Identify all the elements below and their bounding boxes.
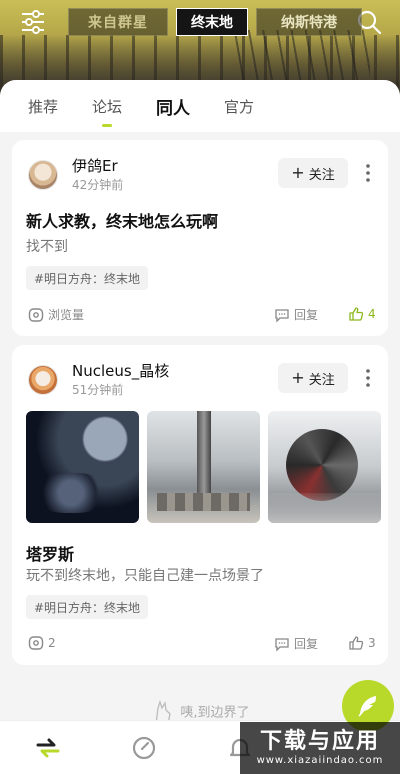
post-time: 42分钟前 — [72, 178, 124, 192]
nav-discover[interactable] — [96, 734, 192, 762]
game-tab-1[interactable]: 来自群星 — [68, 8, 168, 36]
views-label: 浏览量 — [48, 308, 85, 322]
topic-tag[interactable]: #明日方舟：终末地 — [26, 595, 149, 619]
view-icon — [28, 307, 44, 322]
post-body[interactable]: 玩不到终末地，只能自己建一点场景了 — [26, 565, 264, 585]
like-count: 4 — [368, 307, 376, 321]
site-watermark: 下载与应用 www.xiazaiindao.com — [240, 722, 400, 774]
topic-tag[interactable]: #明日方舟：终末地 — [26, 266, 149, 290]
nav-home[interactable] — [0, 734, 96, 762]
post-title[interactable]: 新人求教，终末地怎么玩啊 — [26, 208, 218, 232]
post-image-asteroid[interactable] — [26, 411, 139, 523]
game-tabs: 来自群星 终末地 纳斯特港 — [68, 8, 362, 36]
end-of-feed-note: 咦,到边界了 — [0, 700, 400, 720]
reply-button[interactable]: 回复 — [274, 306, 318, 323]
comment-icon — [275, 637, 289, 652]
post-image-interior[interactable] — [147, 411, 260, 523]
game-tab-3[interactable]: 纳斯特港 — [256, 8, 362, 36]
more-icon[interactable] — [360, 366, 376, 390]
tab-indicator — [102, 123, 113, 127]
mascot-icon — [156, 700, 172, 720]
home-swap-icon — [36, 738, 60, 757]
tab-fan-works[interactable]: 同人 — [156, 94, 190, 119]
like-count: 3 — [368, 636, 376, 650]
content-sheet: 推荐 论坛 同人 官方 伊鸽Er 42分钟前 + 关注 新人求教，终末地怎么玩啊… — [0, 80, 400, 720]
tab-official[interactable]: 官方 — [224, 96, 254, 117]
tab-forum[interactable]: 论坛 — [92, 96, 122, 127]
reply-label: 回复 — [294, 637, 319, 651]
views-count: 2 — [48, 636, 56, 650]
follow-button[interactable]: + 关注 — [278, 363, 348, 393]
views-stat: 2 — [28, 635, 56, 651]
plus-icon: + — [291, 163, 305, 182]
thumbs-up-icon — [349, 636, 364, 650]
author-name[interactable]: 伊鸽Er — [72, 155, 118, 176]
like-button[interactable]: 3 — [348, 635, 376, 651]
compass-icon — [132, 736, 156, 759]
like-button[interactable]: 4 — [348, 306, 376, 322]
thumbs-up-icon — [349, 307, 364, 321]
avatar[interactable] — [28, 160, 58, 190]
avatar[interactable] — [28, 365, 58, 395]
comment-icon — [275, 308, 289, 323]
reply-button[interactable]: 回复 — [274, 635, 318, 652]
views-stat: 浏览量 — [28, 306, 84, 323]
post-images — [26, 411, 381, 523]
post-body[interactable]: 找不到 — [26, 236, 68, 256]
post-title[interactable]: 塔罗斯 — [26, 541, 74, 565]
menu-icon[interactable] — [20, 10, 46, 34]
post-time: 51分钟前 — [72, 383, 124, 397]
follow-label: 关注 — [308, 372, 335, 388]
more-icon[interactable] — [360, 161, 376, 185]
post-image-sphere[interactable] — [268, 411, 381, 523]
post-card[interactable]: 伊鸽Er 42分钟前 + 关注 新人求教，终末地怎么玩啊 找不到 #明日方舟：终… — [12, 140, 388, 336]
game-tab-2[interactable]: 终末地 — [176, 8, 248, 36]
follow-button[interactable]: + 关注 — [278, 158, 348, 188]
view-icon — [28, 636, 44, 650]
reply-label: 回复 — [294, 308, 319, 322]
nav-tabs: 推荐 论坛 同人 官方 — [0, 80, 400, 132]
author-name[interactable]: Nucleus_晶核 — [72, 360, 169, 381]
follow-label: 关注 — [308, 167, 335, 183]
feather-pen-icon — [358, 696, 376, 717]
plus-icon: + — [291, 368, 305, 387]
post-card[interactable]: Nucleus_晶核 51分钟前 + 关注 塔罗斯 玩不到终末地，只能自己建一点… — [12, 345, 388, 665]
tab-recommend[interactable]: 推荐 — [28, 96, 58, 117]
